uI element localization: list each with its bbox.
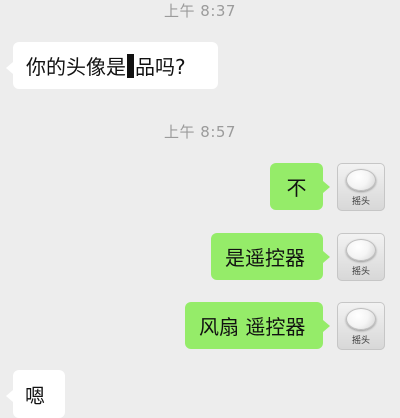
message-text: 风扇 遥控器 bbox=[199, 315, 306, 339]
chat-conversation: 上午 8:37 你的头像是 品吗? 上午 8:57 不 摇头 是遥控器 摇头 风扇… bbox=[0, 0, 400, 418]
avatar-label: 摇头 bbox=[351, 267, 370, 277]
avatar[interactable]: 摇头 bbox=[337, 163, 385, 211]
message-text: 你的头像是 bbox=[26, 55, 126, 79]
avatar[interactable]: 摇头 bbox=[337, 302, 385, 350]
avatar[interactable]: 摇头 bbox=[337, 233, 385, 281]
fan-remote-button-icon bbox=[346, 308, 376, 330]
message-text-partial: 品吗? bbox=[135, 55, 186, 79]
message-bubble-outgoing[interactable]: 风扇 遥控器 bbox=[185, 302, 330, 349]
message-bubble-outgoing[interactable]: 不 bbox=[270, 163, 330, 210]
timestamp: 上午 8:37 bbox=[164, 2, 236, 20]
fan-remote-button-icon bbox=[346, 169, 376, 191]
message-bubble-incoming[interactable]: 嗯 bbox=[6, 370, 65, 418]
avatar-label: 摇头 bbox=[351, 336, 370, 346]
timestamp: 上午 8:57 bbox=[164, 123, 236, 141]
message-bubble-outgoing[interactable]: 是遥控器 bbox=[211, 233, 330, 280]
message-bubble-incoming[interactable]: 你的头像是 品吗? bbox=[6, 42, 218, 89]
avatar-label: 摇头 bbox=[351, 197, 370, 207]
message-text: 是遥控器 bbox=[225, 246, 305, 270]
message-text: 不 bbox=[286, 176, 307, 200]
fan-remote-button-icon bbox=[346, 239, 376, 261]
message-text: 嗯 bbox=[25, 383, 45, 408]
redaction-bar bbox=[127, 53, 134, 78]
